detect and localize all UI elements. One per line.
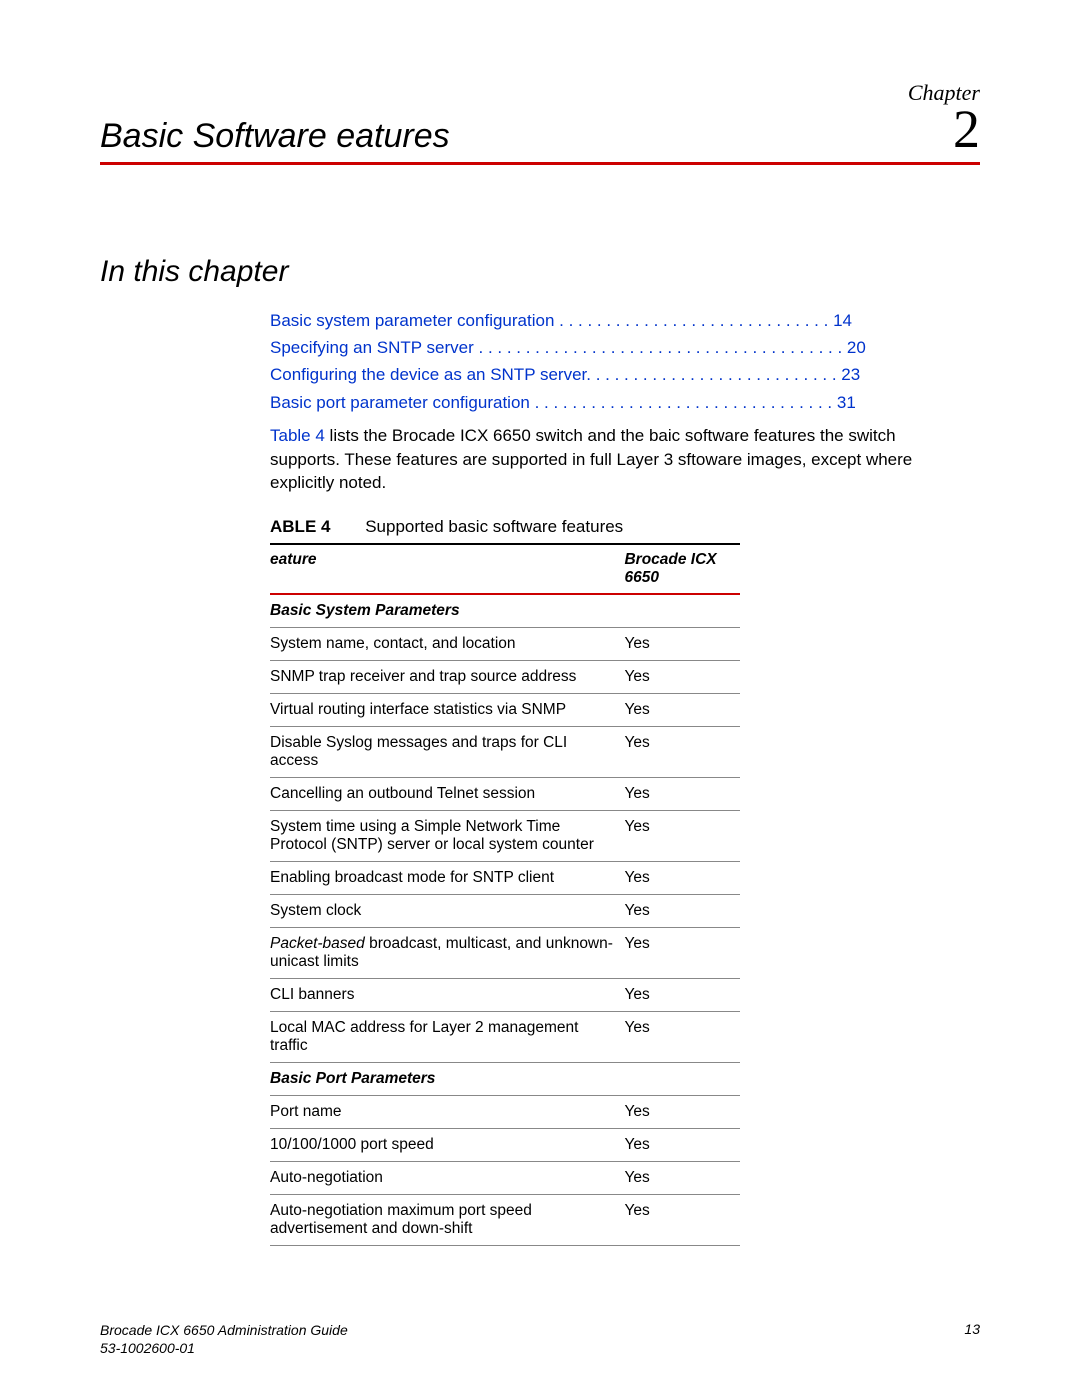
feature-cell: System clock [270,895,624,928]
table-row: Virtual routing interface statistics via… [270,694,740,727]
col-header-feature: eature [270,544,624,594]
feature-cell: System name, contact, and location [270,628,624,661]
table-caption-text: Supported basic software features [365,517,623,536]
chapter-title: Basic Software eatures [100,117,450,156]
table-row: Port nameYes [270,1096,740,1129]
value-cell: Yes [624,862,740,895]
value-cell: Yes [624,1195,740,1246]
table-row: Enabling broadcast mode for SNTP clientY… [270,862,740,895]
table-row: Local MAC address for Layer 2 management… [270,1012,740,1063]
value-cell: Yes [624,694,740,727]
feature-cell: Auto-negotiation maximum port speed adve… [270,1195,624,1246]
value-cell: Yes [624,979,740,1012]
table-row: Cancelling an outbound Telnet sessionYes [270,778,740,811]
value-cell: Yes [624,1012,740,1063]
value-cell: Yes [624,778,740,811]
table-section-header: Basic System Parameters [270,594,740,628]
value-cell: Yes [624,811,740,862]
toc-link[interactable]: Basic port parameter configuration . . .… [270,389,920,416]
footer-doc-number: 53-1002600-01 [100,1339,348,1357]
toc: Basic system parameter configuration . .… [270,307,920,416]
table-ref-link[interactable]: Table 4 [270,426,325,445]
value-cell: Yes [624,1129,740,1162]
feature-cell: Packet-based broadcast, multicast, and u… [270,928,624,979]
section-heading: In this chapter [100,255,980,289]
value-cell: Yes [624,661,740,694]
footer-guide-title: Brocade ICX 6650 Administration Guide [100,1321,348,1339]
feature-cell: System time using a Simple Network Time … [270,811,624,862]
feature-cell: Local MAC address for Layer 2 management… [270,1012,624,1063]
feature-cell: Cancelling an outbound Telnet session [270,778,624,811]
table-label: ABLE 4 [270,517,330,536]
footer-page-number: 13 [964,1321,980,1357]
table-row: CLI bannersYes [270,979,740,1012]
value-cell: Yes [624,1162,740,1195]
toc-link[interactable]: Configuring the device as an SNTP server… [270,361,920,388]
page-footer: Brocade ICX 6650 Administration Guide 53… [100,1321,980,1357]
feature-cell: Auto-negotiation [270,1162,624,1195]
toc-link[interactable]: Basic system parameter configuration . .… [270,307,920,334]
table-row: Auto-negotiationYes [270,1162,740,1195]
value-cell: Yes [624,928,740,979]
table-section-header: Basic Port Parameters [270,1063,740,1096]
table-caption: ABLE 4 Supported basic software features [270,517,980,537]
feature-cell: 10/100/1000 port speed [270,1129,624,1162]
feature-cell: Enabling broadcast mode for SNTP client [270,862,624,895]
page: Chapter Basic Software eatures 2 In this… [0,0,1080,1397]
intro-text: lists the Brocade ICX 6650 switch and th… [270,426,912,493]
table-row: System name, contact, and locationYes [270,628,740,661]
feature-cell: SNMP trap receiver and trap source addre… [270,661,624,694]
chapter-number: 2 [953,102,980,156]
table-row: 10/100/1000 port speedYes [270,1129,740,1162]
feature-cell: Port name [270,1096,624,1129]
feature-cell: Disable Syslog messages and traps for CL… [270,727,624,778]
intro-paragraph: Table 4 lists the Brocade ICX 6650 switc… [270,424,950,495]
feature-table: eature Brocade ICX 6650 Basic System Par… [270,543,740,1246]
value-cell: Yes [624,895,740,928]
feature-cell: CLI banners [270,979,624,1012]
table-row: Auto-negotiation maximum port speed adve… [270,1195,740,1246]
value-cell: Yes [624,727,740,778]
table-row: System clockYes [270,895,740,928]
table-row: Packet-based broadcast, multicast, and u… [270,928,740,979]
value-cell: Yes [624,628,740,661]
toc-link[interactable]: Specifying an SNTP server . . . . . . . … [270,334,920,361]
col-header-value: Brocade ICX 6650 [624,544,740,594]
table-row: SNMP trap receiver and trap source addre… [270,661,740,694]
table-row: System time using a Simple Network Time … [270,811,740,862]
table-row: Disable Syslog messages and traps for CL… [270,727,740,778]
chapter-title-row: Basic Software eatures 2 [100,102,980,165]
value-cell: Yes [624,1096,740,1129]
feature-cell: Virtual routing interface statistics via… [270,694,624,727]
